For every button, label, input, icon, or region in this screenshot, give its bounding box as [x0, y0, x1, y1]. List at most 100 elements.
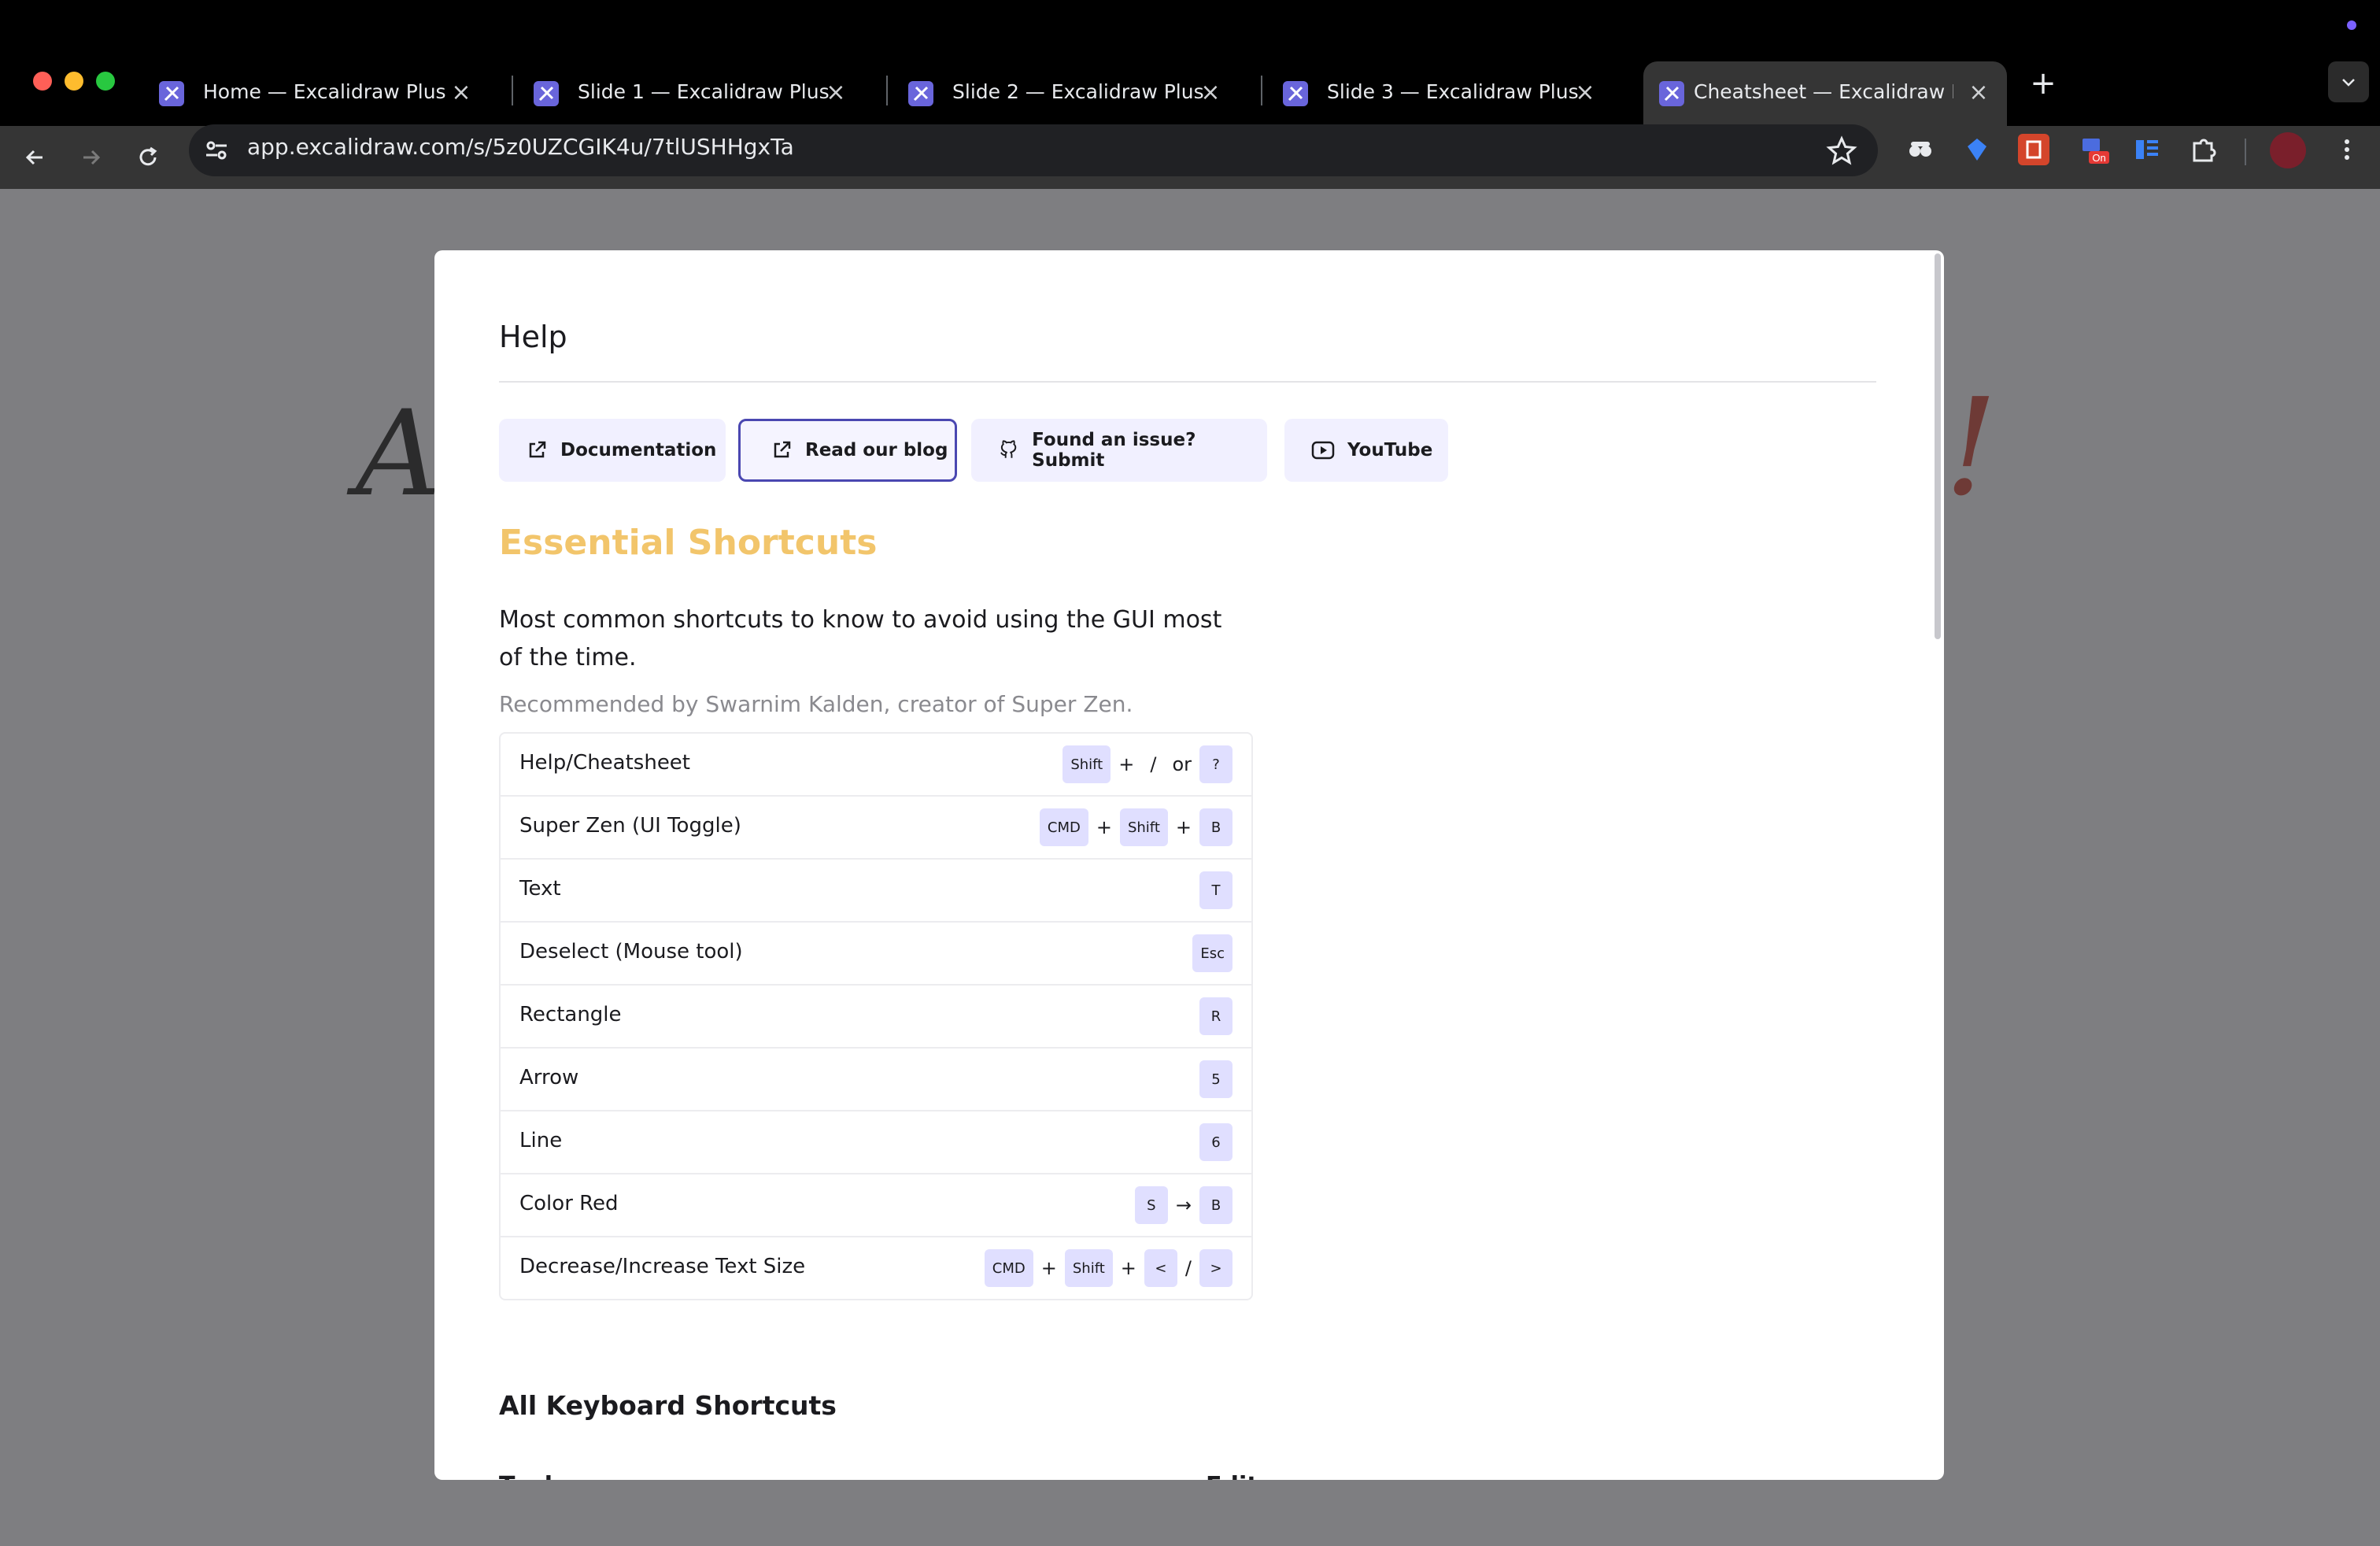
tab-close-icon[interactable]: ×	[445, 77, 477, 109]
close-window-button[interactable]	[33, 72, 52, 91]
back-button[interactable]	[9, 132, 60, 183]
shortcut-keys: Esc	[1192, 934, 1232, 973]
gem-extension-icon[interactable]	[1961, 134, 1993, 165]
new-tab-button[interactable]: +	[2024, 66, 2062, 104]
toolbar-separator	[2245, 139, 2246, 165]
external-link-icon	[774, 441, 791, 458]
tab-slide-3[interactable]: Slide 3 — Excalidraw Plus ×	[1255, 61, 1623, 126]
kbd-key: CMD	[1039, 808, 1088, 846]
shortcut-label: Line	[519, 1129, 563, 1152]
button-label: Documentation	[560, 440, 717, 460]
key-separator: +	[1120, 1257, 1136, 1279]
tab-close-icon[interactable]: ×	[1195, 77, 1226, 109]
url-text[interactable]: app.excalidraw.com/s/5z0UZCGIK4u/7tlUSHH…	[247, 134, 794, 160]
youtube-button[interactable]: YouTube	[1284, 419, 1448, 482]
tab-search-button[interactable]	[2328, 61, 2369, 102]
button-label: Found an issue? Submit	[1032, 430, 1196, 471]
shortcut-label: Super Zen (UI Toggle)	[519, 814, 741, 838]
kbd-key: Shift	[1119, 808, 1168, 846]
kbd-key: T	[1199, 871, 1232, 909]
reader-extension-icon[interactable]	[2131, 134, 2163, 165]
notification-dot	[2347, 20, 2356, 30]
shortcut-keys: CMD + Shift + < / >	[984, 1248, 1232, 1288]
essential-description: Most common shortcuts to know to avoid u…	[499, 606, 1222, 671]
shortcut-row: Color Red S → B	[501, 1174, 1251, 1237]
spy-extension-icon[interactable]	[1905, 134, 1936, 165]
shortcut-row: Line 6	[501, 1111, 1251, 1174]
external-link-icon	[529, 441, 546, 458]
tab-home[interactable]: Home — Excalidraw Plus ×	[131, 61, 499, 126]
bookmark-star-icon[interactable]	[1824, 134, 1859, 168]
kbd-key: >	[1199, 1249, 1232, 1287]
shortcut-label: Help/Cheatsheet	[519, 751, 691, 775]
tab-title: Slide 1 — Excalidraw Plus	[578, 80, 830, 103]
documentation-button[interactable]: Documentation	[499, 419, 726, 482]
tab-close-icon[interactable]: ×	[1963, 77, 1994, 109]
toggle-extension-icon[interactable]: On	[2078, 134, 2109, 165]
kbd-key: Shift	[1062, 745, 1111, 783]
tab-slide-1[interactable]: Slide 1 — Excalidraw Plus ×	[505, 61, 874, 126]
key-separator: +	[1175, 816, 1192, 838]
kbd-key: 6	[1199, 1123, 1232, 1161]
all-shortcuts-heading: All Keyboard Shortcuts	[499, 1390, 837, 1421]
page-content: A ! Help Documentation Read our blog Fou…	[0, 189, 2380, 1546]
shortcut-row: Rectangle R	[501, 986, 1251, 1049]
tab-close-icon[interactable]: ×	[820, 77, 852, 109]
shortcut-label: Color Red	[519, 1192, 619, 1215]
button-label: Read our blog	[805, 440, 948, 460]
kbd-key: S	[1134, 1186, 1168, 1224]
report-issue-button[interactable]: Found an issue? Submit	[971, 419, 1267, 482]
extensions-puzzle-icon[interactable]	[2188, 134, 2219, 165]
shortcut-keys: T	[1199, 871, 1232, 910]
dialog-scrollbar[interactable]	[1935, 253, 1941, 639]
shortcut-label: Deselect (Mouse tool)	[519, 940, 743, 963]
minimize-window-button[interactable]	[65, 72, 83, 91]
tab-close-icon[interactable]: ×	[1569, 77, 1601, 109]
excalidraw-favicon-icon	[1283, 81, 1308, 106]
button-label: YouTube	[1347, 440, 1433, 460]
kbd-key: 5	[1199, 1060, 1232, 1098]
reload-icon	[139, 146, 157, 166]
tab-slide-2[interactable]: Slide 2 — Excalidraw Plus ×	[880, 61, 1248, 126]
shortcut-label: Rectangle	[519, 1003, 622, 1026]
shortcut-keys: Shift + / or?	[1062, 745, 1232, 784]
essential-shortcuts-heading: Essential Shortcuts	[499, 523, 878, 563]
arrow-left-icon	[25, 150, 42, 165]
recommendation-note: Recommended by Swarnim Kalden, creator o…	[499, 691, 1133, 717]
kbd-key: <	[1144, 1249, 1177, 1287]
forward-button[interactable]	[66, 132, 116, 183]
key-separator: /	[1150, 753, 1157, 775]
more-menu-icon[interactable]	[2331, 134, 2363, 165]
shortcut-label: Arrow	[519, 1066, 579, 1089]
shortcut-label: Decrease/Increase Text Size	[519, 1255, 806, 1278]
dialog-title: Help	[499, 320, 567, 354]
kbd-key: Shift	[1064, 1249, 1113, 1287]
extension-badge: On	[2092, 152, 2105, 164]
shortcut-row: Arrow 5	[501, 1049, 1251, 1111]
excalidraw-favicon-icon	[908, 81, 933, 106]
shortcut-label: Text	[519, 877, 561, 901]
tag-extension-icon[interactable]	[2018, 134, 2049, 165]
read-blog-button[interactable]: Read our blog	[738, 419, 957, 482]
maximize-window-button[interactable]	[96, 72, 115, 91]
key-separator: +	[1118, 753, 1135, 775]
shortcut-keys: CMD + Shift + B	[1039, 808, 1232, 847]
reload-button[interactable]	[123, 132, 173, 183]
tools-heading: Tools	[499, 1472, 567, 1480]
chevron-down-icon	[2342, 79, 2355, 87]
key-separator: /	[1184, 1257, 1192, 1279]
tab-title: Cheatsheet — Excalidraw Plus	[1694, 80, 1953, 103]
shortcut-row: Text T	[501, 860, 1251, 923]
youtube-icon	[1311, 441, 1335, 460]
profile-avatar[interactable]	[2270, 132, 2306, 168]
shortcut-row: Super Zen (UI Toggle) CMD + Shift + B	[501, 797, 1251, 860]
excalidraw-favicon-icon	[1659, 81, 1684, 106]
tab-cheatsheet[interactable]: Cheatsheet — Excalidraw Plus ×	[1643, 61, 2007, 126]
tab-title: Home — Excalidraw Plus	[203, 80, 446, 103]
site-settings-icon[interactable]	[203, 137, 230, 164]
shortcut-keys: 6	[1199, 1123, 1232, 1162]
arrow-right-icon	[83, 150, 101, 165]
tab-title: Slide 2 — Excalidraw Plus	[952, 80, 1204, 103]
tab-strip: Home — Excalidraw Plus × Slide 1 — Excal…	[0, 0, 2380, 126]
shortcut-keys: S → B	[1134, 1185, 1232, 1225]
